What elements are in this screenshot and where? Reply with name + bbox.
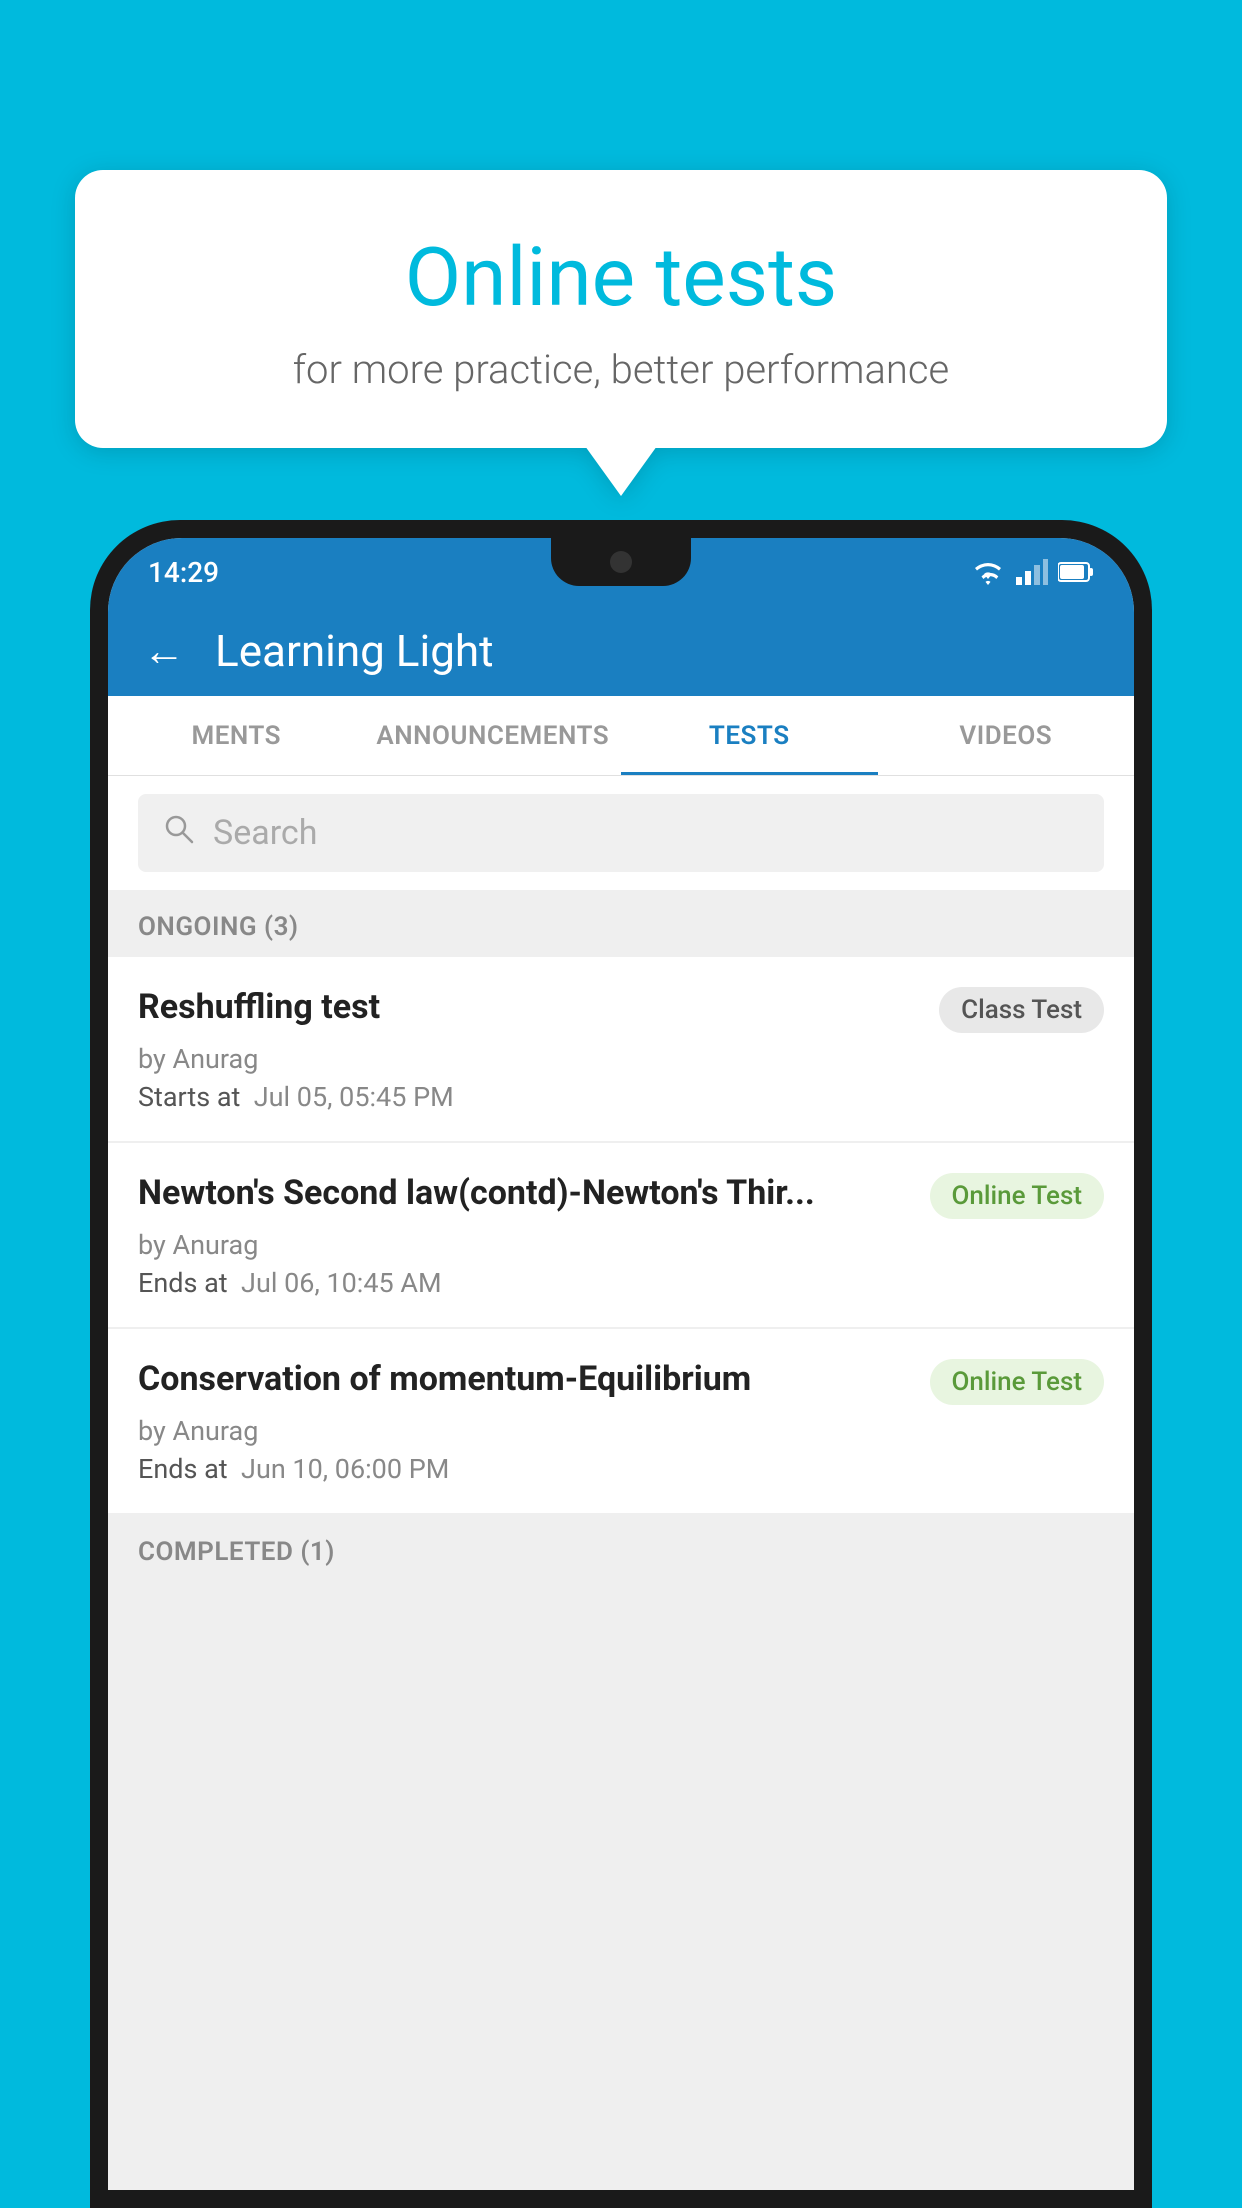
tab-tests[interactable]: TESTS [621,696,878,775]
phone-inner: 14:29 [108,538,1134,2190]
search-icon [163,812,195,854]
notch [551,538,691,586]
status-time: 14:29 [148,556,219,589]
test-card-3[interactable]: Conservation of momentum-Equilibrium Onl… [108,1329,1134,1513]
wifi-icon [970,559,1006,585]
tabs-bar: MENTS ANNOUNCEMENTS TESTS VIDEOS [108,696,1134,776]
test-date-3: Ends at Jun 10, 06:00 PM [138,1453,1104,1485]
test-date-2: Ends at Jul 06, 10:45 AM [138,1267,1104,1299]
promo-bubble: Online tests for more practice, better p… [75,170,1167,448]
tab-videos[interactable]: VIDEOS [878,696,1135,775]
test-card-1[interactable]: Reshuffling test Class Test by Anurag St… [108,957,1134,1141]
test-by-1: by Anurag [138,1043,1104,1075]
badge-3: Online Test [930,1359,1105,1405]
test-card-2[interactable]: Newton's Second law(contd)-Newton's Thir… [108,1143,1134,1327]
search-container: Search [108,776,1134,890]
tab-ments[interactable]: MENTS [108,696,365,775]
app-title: Learning Light [215,625,494,677]
completed-section-header: COMPLETED (1) [108,1515,1134,1582]
test-by-2: by Anurag [138,1229,1104,1261]
back-button[interactable]: ← [143,627,185,676]
bubble-subtitle: for more practice, better performance [125,346,1117,393]
status-bar: 14:29 [108,538,1134,606]
battery-icon [1058,561,1094,583]
search-placeholder: Search [213,813,317,853]
phone-mockup: 14:29 [90,520,1152,2208]
bubble-title: Online tests [125,230,1117,326]
content-area: ONGOING (3) Reshuffling test Class Test … [108,890,1134,2190]
badge-2: Online Test [930,1173,1105,1219]
test-by-3: by Anurag [138,1415,1104,1447]
test-date-1: Starts at Jul 05, 05:45 PM [138,1081,1104,1113]
phone-outer: 14:29 [90,520,1152,2208]
tab-announcements[interactable]: ANNOUNCEMENTS [365,696,622,775]
status-icons [970,559,1094,585]
app-header: ← Learning Light [108,606,1134,696]
badge-1: Class Test [939,987,1104,1033]
notch-camera [610,551,632,573]
ongoing-label: ONGOING (3) [138,912,299,942]
signal-icon [1016,559,1048,585]
search-bar[interactable]: Search [138,794,1104,872]
ongoing-section-header: ONGOING (3) [108,890,1134,957]
test-title-1: Reshuffling test [138,987,919,1027]
test-title-2: Newton's Second law(contd)-Newton's Thir… [138,1173,910,1213]
test-title-3: Conservation of momentum-Equilibrium [138,1359,910,1399]
completed-label: COMPLETED (1) [138,1537,335,1567]
